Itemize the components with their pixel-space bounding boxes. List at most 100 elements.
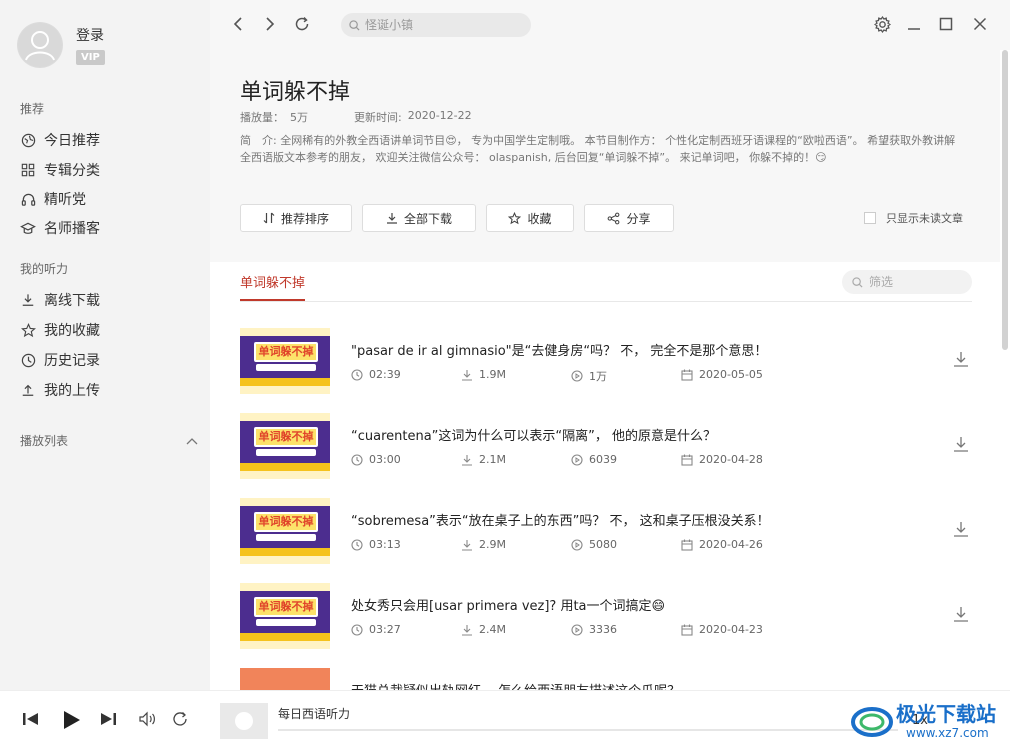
download-icon	[461, 624, 473, 636]
episode-date: 2020-04-26	[699, 538, 763, 551]
sidebar-item-category[interactable]: 专辑分类	[20, 160, 100, 180]
skip-next-icon	[101, 713, 116, 725]
play-circle-icon	[571, 370, 583, 382]
minimize-button[interactable]	[904, 14, 924, 34]
settings-button[interactable]	[872, 14, 892, 34]
episode-date: 2020-05-05	[699, 368, 763, 381]
sidebar-item-label: 名师播客	[44, 221, 100, 237]
sidebar-item-label: 今日推荐	[44, 133, 100, 149]
vip-badge: VIP	[76, 50, 105, 65]
refresh-button[interactable]	[292, 14, 312, 34]
episode-stats: 03:13 2.9M 5080 2020-04-26	[351, 538, 791, 552]
close-button[interactable]	[970, 14, 990, 34]
only-unread-checkbox[interactable]: 只显示未读文章	[864, 210, 963, 226]
favorite-button[interactable]: 收藏	[486, 204, 574, 232]
episode-download-button[interactable]	[952, 350, 970, 368]
sidebar-item-favorites[interactable]: 我的收藏	[20, 320, 100, 340]
refresh-icon	[295, 16, 309, 31]
play-circle-icon	[571, 538, 583, 551]
sidebar-item-label: 专辑分类	[44, 163, 100, 179]
tab-episodes[interactable]: 单词躲不掉	[240, 272, 306, 301]
sidebar-item-today[interactable]: 今日推荐	[20, 130, 100, 150]
filter-input[interactable]	[869, 275, 969, 289]
sidebar-item-intensive[interactable]: 精听党	[20, 189, 86, 209]
now-playing-cover[interactable]	[220, 703, 268, 739]
avatar[interactable]	[17, 22, 63, 68]
episode-size: 2.9M	[479, 538, 506, 551]
calendar-icon	[681, 624, 693, 636]
chevron-up-icon	[186, 437, 198, 444]
play-icon	[64, 711, 80, 729]
star-icon	[20, 322, 36, 338]
maximize-icon	[939, 17, 953, 31]
graduation-cap-icon	[20, 220, 36, 236]
episode-thumbnail: 单词躲不掉	[240, 413, 330, 479]
episode-plays: 6039	[589, 453, 617, 466]
minimize-icon	[908, 28, 920, 30]
sidebar-item-downloads[interactable]: 离线下载	[20, 290, 100, 310]
list-item[interactable]: 天猫总裁疑似出轨网红， 怎么给西语朋友描述这个瓜呢？	[240, 668, 980, 690]
episode-title: 天猫总裁疑似出轨网红， 怎么给西语朋友描述这个瓜呢？	[351, 680, 680, 690]
share-button[interactable]: 分享	[584, 204, 674, 232]
play-circle-icon	[571, 623, 583, 636]
previous-button[interactable]	[22, 711, 40, 727]
search-input[interactable]	[365, 18, 525, 32]
episode-duration: 03:27	[369, 623, 401, 636]
playlist-toggle[interactable]: 播放列表	[20, 432, 198, 449]
checkbox[interactable]	[864, 212, 876, 224]
chevron-left-icon	[233, 17, 242, 31]
sidebar-item-label: 离线下载	[44, 293, 100, 309]
now-playing-title: 每日西语听力	[278, 707, 351, 721]
episode-duration: 03:00	[369, 453, 401, 466]
download-icon	[954, 522, 968, 537]
list-item[interactable]: 单词躲不掉 "pasar de ir al gimnasio"是“去健身房“吗？…	[240, 328, 980, 394]
episode-size: 2.1M	[479, 453, 506, 466]
episode-plays: 3336	[589, 623, 617, 636]
list-item[interactable]: 单词躲不掉 “sobremesa”表示“放在桌子上的东西”吗？ 不， 这和桌子压…	[240, 498, 980, 564]
episode-date: 2020-04-23	[699, 623, 763, 636]
volume-button[interactable]	[138, 711, 156, 727]
progress-bar[interactable]	[278, 729, 898, 731]
download-icon	[20, 292, 36, 308]
section-mine-title: 我的听力	[20, 262, 69, 276]
list-item[interactable]: 单词躲不掉 “cuarentena”这词为什么可以表示“隔离”， 他的原意是什么…	[240, 413, 980, 479]
episode-download-button[interactable]	[952, 605, 970, 623]
scrollbar[interactable]	[1002, 50, 1008, 350]
episode-thumbnail: 单词躲不掉	[240, 583, 330, 649]
intro-label: 简 介:	[240, 134, 277, 147]
download-icon	[461, 369, 473, 381]
chevron-right-icon	[266, 17, 275, 31]
sidebar-item-teachers[interactable]: 名师播客	[20, 218, 100, 238]
grid-icon	[20, 162, 36, 178]
list-item[interactable]: 单词躲不掉 处女秀只会用[usar primera vez]? 用ta一个词搞定…	[240, 583, 980, 649]
tab-bar: 单词躲不掉	[240, 262, 972, 302]
plays-value: 5万	[290, 111, 308, 124]
volume-icon	[139, 711, 155, 727]
episode-plays: 5080	[589, 538, 617, 551]
episode-download-button[interactable]	[952, 520, 970, 538]
forward-button[interactable]	[260, 14, 280, 34]
download-all-button[interactable]: 全部下载	[362, 204, 476, 232]
sort-button[interactable]: 推荐排序	[240, 204, 352, 232]
star-icon	[508, 211, 522, 225]
next-button[interactable]	[99, 711, 117, 727]
maximize-button[interactable]	[936, 14, 956, 34]
episode-title: “cuarentena”这词为什么可以表示“隔离”， 他的原意是什么？	[351, 429, 717, 444]
login-link[interactable]: 登录	[76, 25, 105, 45]
watermark-logo-icon	[851, 707, 893, 737]
download-icon	[954, 352, 968, 367]
episode-download-button[interactable]	[952, 435, 970, 453]
sidebar: 登录 VIP 推荐 今日推荐 专辑分类 精听党 名师播客 我的听力 离线下载 我…	[0, 0, 210, 690]
back-button[interactable]	[228, 14, 248, 34]
repeat-button[interactable]	[172, 711, 189, 727]
sidebar-item-history[interactable]: 历史记录	[20, 350, 100, 370]
download-icon	[461, 539, 473, 551]
episode-thumbnail: 单词躲不掉	[240, 328, 330, 394]
play-button[interactable]	[60, 709, 82, 731]
search-icon	[349, 19, 360, 31]
main-content: 单词躲不掉 播放量： 5万 更新时间: 2020-12-22 简 介: 全网稀有…	[210, 0, 1010, 690]
episode-duration: 03:13	[369, 538, 401, 551]
sidebar-item-uploads[interactable]: 我的上传	[20, 380, 100, 400]
headphones-icon	[20, 191, 36, 207]
search-icon	[852, 276, 863, 288]
